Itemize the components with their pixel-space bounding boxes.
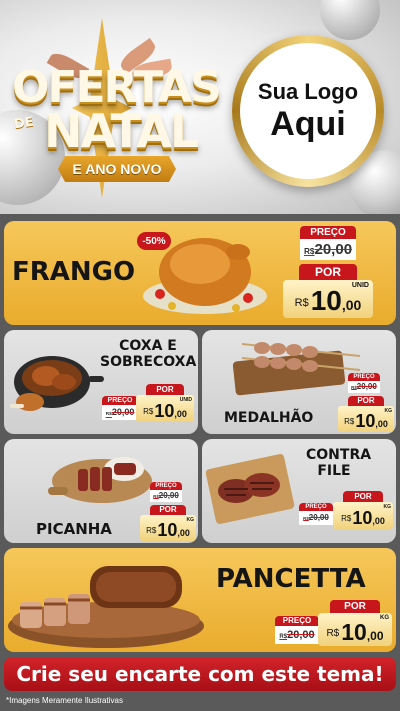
pancetta-board-image [8, 566, 204, 648]
discount-badge: -50% [137, 232, 171, 250]
chicken-pan-image [10, 356, 104, 411]
old-price-tag: PREÇO R$20,00 [299, 503, 333, 525]
old-price-value: R$20,00 [303, 241, 353, 258]
old-price-value: R$20,00 [105, 407, 135, 417]
old-price-value: R$20,00 [279, 629, 315, 641]
product-name: PANCETTA [216, 564, 366, 594]
old-price-tag: PREÇO R$20,00 [348, 373, 380, 393]
title-de: DE [13, 114, 35, 133]
old-price-label: PREÇO [102, 396, 138, 405]
new-price-value: R$ 10 ,00 KG [338, 406, 394, 432]
old-price-label: PREÇO [300, 226, 356, 239]
disclaimer-text: *Imagens Meramente Ilustrativas [6, 696, 123, 705]
cta-banner[interactable]: Crie seu encarte com este tema! [4, 657, 396, 691]
new-price-label: POR [348, 396, 384, 406]
subtitle-ribbon: E ANO NOVO [58, 156, 176, 182]
old-price-tag: PREÇO R$20,00 [150, 482, 182, 502]
new-price-tag: POR R$ 10 ,00 UNID [136, 384, 194, 422]
new-price-tag: POR R$ 10 ,00 UNID [283, 264, 373, 318]
new-price-tag: POR R$ 10 ,00 KG [338, 396, 394, 432]
old-price-value: R$20,00 [303, 513, 329, 522]
new-price-value: R$ 10 ,00 UNID [283, 280, 373, 318]
old-price-value: R$20,00 [351, 382, 377, 391]
new-price-value: R$ 10 ,00 KG [318, 613, 392, 646]
old-price-label: PREÇO [299, 503, 333, 511]
old-price-label: PREÇO [150, 482, 182, 490]
product-name: FRANGO [12, 257, 136, 287]
medalhao-skewers-image [232, 342, 361, 396]
picanha-board-image [48, 457, 152, 503]
old-price-tag: PREÇO R$20,00 [275, 616, 319, 644]
logo-placeholder[interactable]: Sua Logo Aqui [240, 43, 376, 179]
new-price-label: POR [150, 505, 186, 515]
new-price-value: R$ 10 ,00 KG [333, 502, 393, 529]
logo-text-line1: Sua Logo [257, 79, 359, 104]
title-natal: NATAL [44, 104, 199, 158]
old-price-label: PREÇO [275, 616, 319, 626]
product-name: CONTRA FILE [306, 447, 372, 479]
new-price-label: POR [146, 384, 184, 395]
old-price-label: PREÇO [348, 373, 380, 381]
old-price-tag: PREÇO R$20,00 [102, 396, 138, 420]
product-name: MEDALHÃO [224, 410, 314, 426]
old-price-tag: PREÇO R$20,00 [300, 226, 356, 260]
new-price-label: POR [330, 600, 380, 613]
balloon-decoration [320, 0, 380, 40]
contra-file-board-image [205, 454, 295, 524]
new-price-tag: POR R$ 10 ,00 KG [318, 600, 392, 646]
logo-text-line2: Aqui [270, 105, 346, 143]
new-price-value: R$ 10 ,00 UNID [136, 395, 194, 422]
new-price-tag: POR R$ 10 ,00 KG [333, 491, 393, 529]
new-price-label: POR [299, 264, 357, 280]
new-price-value: R$ 10 ,00 KG [140, 515, 196, 541]
old-price-value: R$20,00 [153, 491, 179, 500]
new-price-label: POR [343, 491, 383, 502]
product-name: COXA E SOBRECOXA [100, 338, 197, 370]
product-name: PICANHA [36, 520, 112, 538]
new-price-tag: POR R$ 10 ,00 KG [140, 505, 196, 541]
